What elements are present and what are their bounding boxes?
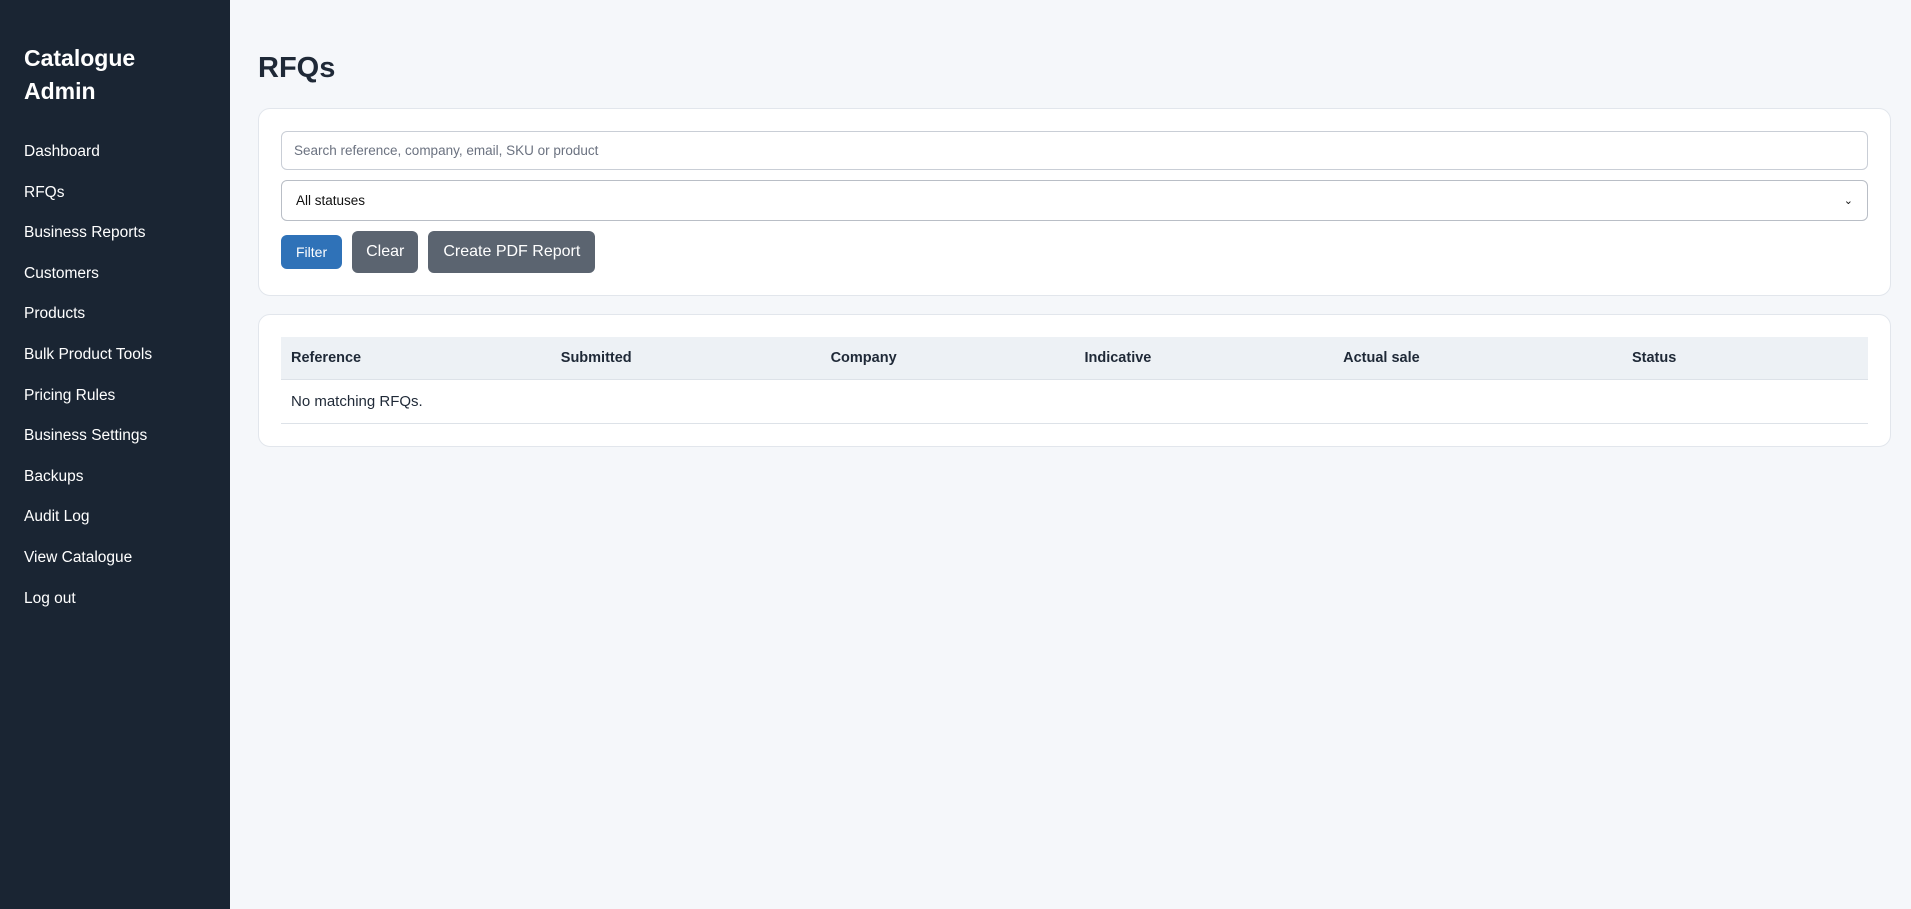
sidebar-nav: Dashboard RFQs Business Reports Customer… [24, 132, 206, 619]
rfq-table: Reference Submitted Company Indicative A… [281, 337, 1868, 424]
column-header-actual-sale: Actual sale [1333, 337, 1622, 380]
sidebar-item-business-reports[interactable]: Business Reports [24, 213, 206, 254]
clear-button[interactable]: Clear [352, 231, 419, 273]
sidebar-item-audit-log[interactable]: Audit Log [24, 497, 206, 538]
status-select[interactable]: All statuses ⌄ [281, 180, 1868, 221]
column-header-reference: Reference [281, 337, 551, 380]
status-select-value: All statuses [296, 193, 366, 208]
brand-title: Catalogue Admin [24, 45, 136, 104]
sidebar-item-customers[interactable]: Customers [24, 254, 206, 295]
create-pdf-report-button[interactable]: Create PDF Report [428, 231, 596, 273]
column-header-submitted: Submitted [550, 337, 821, 380]
filter-actions: Filter Clear Create PDF Report [281, 231, 1868, 273]
sidebar-item-log-out[interactable]: Log out [24, 579, 206, 620]
main-content: RFQs All statuses ⌄ Filter Clear Create … [230, 0, 1911, 909]
chevron-down-icon: ⌄ [1843, 195, 1853, 207]
sidebar-item-dashboard[interactable]: Dashboard [24, 132, 206, 173]
sidebar-item-business-settings[interactable]: Business Settings [24, 416, 206, 457]
search-input[interactable] [281, 131, 1868, 170]
sidebar-item-backups[interactable]: Backups [24, 457, 206, 498]
page-title: RFQs [258, 52, 336, 84]
column-header-company: Company [820, 337, 1075, 380]
column-header-status: Status [1621, 337, 1868, 380]
column-header-indicative: Indicative [1074, 337, 1334, 380]
table-header-row: Reference Submitted Company Indicative A… [281, 337, 1868, 380]
sidebar: Catalogue Admin Dashboard RFQs Business … [0, 0, 230, 909]
table-row: No matching RFQs. [281, 379, 1868, 424]
sidebar-item-products[interactable]: Products [24, 294, 206, 335]
sidebar-item-rfqs[interactable]: RFQs [24, 173, 206, 214]
empty-table-message: No matching RFQs. [281, 379, 1868, 424]
sidebar-item-pricing-rules[interactable]: Pricing Rules [24, 376, 206, 417]
rfq-table-panel: Reference Submitted Company Indicative A… [258, 314, 1891, 447]
filter-button[interactable]: Filter [281, 235, 343, 269]
sidebar-item-bulk-product-tools[interactable]: Bulk Product Tools [24, 335, 206, 376]
filter-panel: All statuses ⌄ Filter Clear Create PDF R… [258, 108, 1891, 296]
sidebar-item-view-catalogue[interactable]: View Catalogue [24, 538, 206, 579]
